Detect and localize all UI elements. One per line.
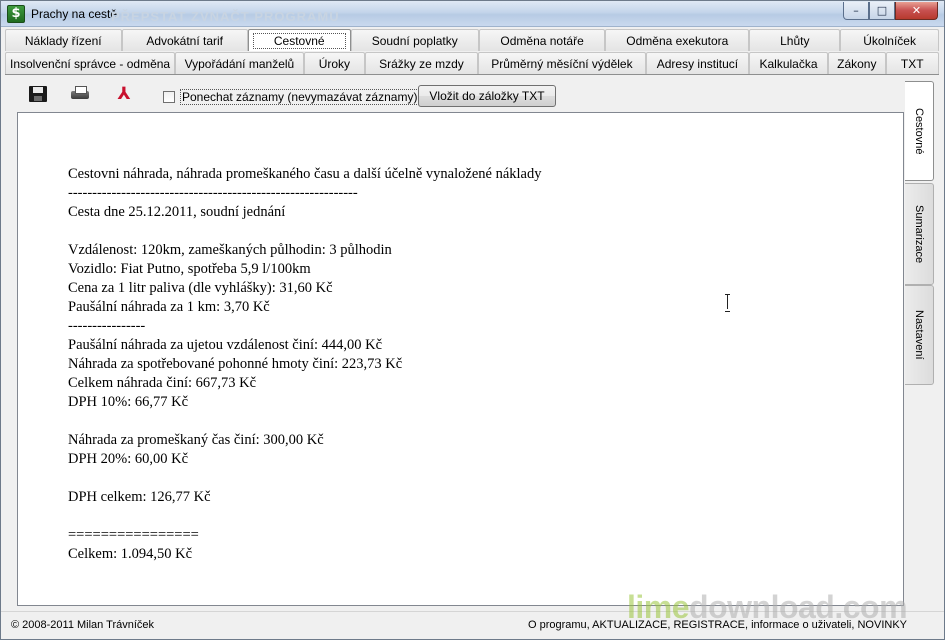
insert-to-txt-button[interactable]: Vložit do záložky TXT (418, 85, 556, 107)
tab-row-2: Insolvenční správce - odměna Vypořádání … (5, 52, 939, 75)
tab-srazky-ze-mzdy[interactable]: Srážky ze mzdy (365, 52, 478, 74)
side-tab-cestovne[interactable]: Cestovné (905, 81, 934, 181)
report-line: DPH celkem: 126,77 Kč (68, 489, 211, 505)
tab-soudni-poplatky[interactable]: Soudní poplatky (350, 29, 479, 51)
toolbar: ⅄ Ponechat záznamy (nevymazávat záznamy)… (5, 77, 905, 111)
tab-uroky[interactable]: Úroky (303, 52, 366, 74)
copyright-text: © 2008-2011 Milan Trávníček (11, 619, 155, 631)
report-line: ---------------- (68, 318, 146, 334)
tab-prumerny-mesicni-vydelek[interactable]: Průměrný měsíční výdělek (477, 52, 646, 74)
side-tabs: Cestovné Sumarizace Nastavení (905, 81, 935, 386)
report-text-area[interactable]: Cestovni náhrada, náhrada promeškaného č… (17, 112, 904, 606)
tab-ukolnicek[interactable]: Úkolníček (840, 29, 939, 51)
tab-cestovne[interactable]: Cestovné (247, 29, 351, 51)
report-line: Vozidlo: Fiat Putno, spotřeba 5,9 l/100k… (68, 261, 311, 277)
report-line: Náhrada za promeškaný čas činí: 300,00 K… (68, 432, 324, 448)
report-line: Náhrada za spotřebované pohonné hmoty či… (68, 356, 403, 372)
close-button[interactable]: ✕ (895, 2, 938, 20)
title-ghost-text: PŘEPSTAT ZVNAČT PROGRAMU (111, 9, 340, 24)
app-money-icon[interactable]: $ (7, 5, 25, 23)
keep-records-label[interactable]: Ponechat záznamy (nevymazávat záznamy) (180, 89, 420, 105)
keep-records-checkbox[interactable] (163, 91, 175, 103)
report-line: Vzdálenost: 120km, zameškaných půlhodin:… (68, 242, 392, 258)
report-line (68, 469, 541, 488)
tab-odmena-notare[interactable]: Odměna notáře (478, 29, 606, 51)
tab-advokatni-tarif[interactable]: Advokátní tarif (121, 29, 248, 51)
report-lines: Cestovni náhrada, náhrada promeškaného č… (68, 165, 541, 564)
report-line: ----------------------------------------… (68, 185, 358, 201)
watermark-logo: limedownload.com (627, 589, 908, 625)
side-tab-sumarizace[interactable]: Sumarizace (905, 183, 934, 285)
print-icon[interactable] (71, 86, 89, 102)
tab-vyporadani-manzelu[interactable]: Vypořádání manželů (175, 52, 304, 74)
tab-naklady-rizeni[interactable]: Náklady řízení (5, 29, 122, 51)
window-title: Prachy na cestě (31, 7, 118, 21)
report-line: Paušální náhrada za 1 km: 3,70 Kč (68, 299, 270, 315)
tab-kalkulacka[interactable]: Kalkulačka (748, 52, 829, 74)
report-line: DPH 10%: 66,77 Kč (68, 394, 189, 410)
tab-insolvencni-spravce[interactable]: Insolvenční správce - odměna (5, 52, 176, 74)
report-line: Cesta dne 25.12.2011, soudní jednání (68, 204, 286, 220)
tab-txt[interactable]: TXT (885, 52, 939, 74)
tab-zakony[interactable]: Zákony (828, 52, 886, 74)
app-window: $ Prachy na cestě PŘEPSTAT ZVNAČT PROGRA… (0, 0, 945, 640)
side-tab-nastaveni[interactable]: Nastavení (905, 285, 934, 385)
report-line: Celkem náhrada činí: 667,73 Kč (68, 375, 257, 391)
minimize-button[interactable]: – (843, 2, 869, 20)
pdf-icon[interactable]: ⅄ (115, 86, 133, 103)
maximize-button[interactable]: □ (869, 2, 895, 20)
text-cursor-icon (724, 294, 732, 312)
report-line (68, 412, 541, 431)
tab-adresy-instituci[interactable]: Adresy institucí (645, 52, 749, 74)
report-line: Cena za 1 litr paliva (dle vyhlášky): 31… (68, 280, 333, 296)
save-icon[interactable] (29, 86, 47, 102)
report-line: Cestovni náhrada, náhrada promeškaného č… (68, 166, 542, 182)
report-line (68, 507, 541, 526)
tab-lhuty[interactable]: Lhůty (749, 29, 841, 51)
report-line (68, 222, 541, 241)
tab-row-1: Náklady řízení Advokátní tarif Cestovné … (5, 29, 939, 52)
tab-odmena-exekutora[interactable]: Odměna exekutora (605, 29, 750, 51)
report-line: Paušální náhrada za ujetou vzdálenost či… (68, 337, 383, 353)
report-line: Celkem: 1.094,50 Kč (68, 546, 193, 562)
title-bar[interactable]: $ Prachy na cestě PŘEPSTAT ZVNAČT PROGRA… (1, 1, 944, 27)
report-line: ================ (68, 527, 199, 543)
report-line: DPH 20%: 60,00 Kč (68, 451, 189, 467)
